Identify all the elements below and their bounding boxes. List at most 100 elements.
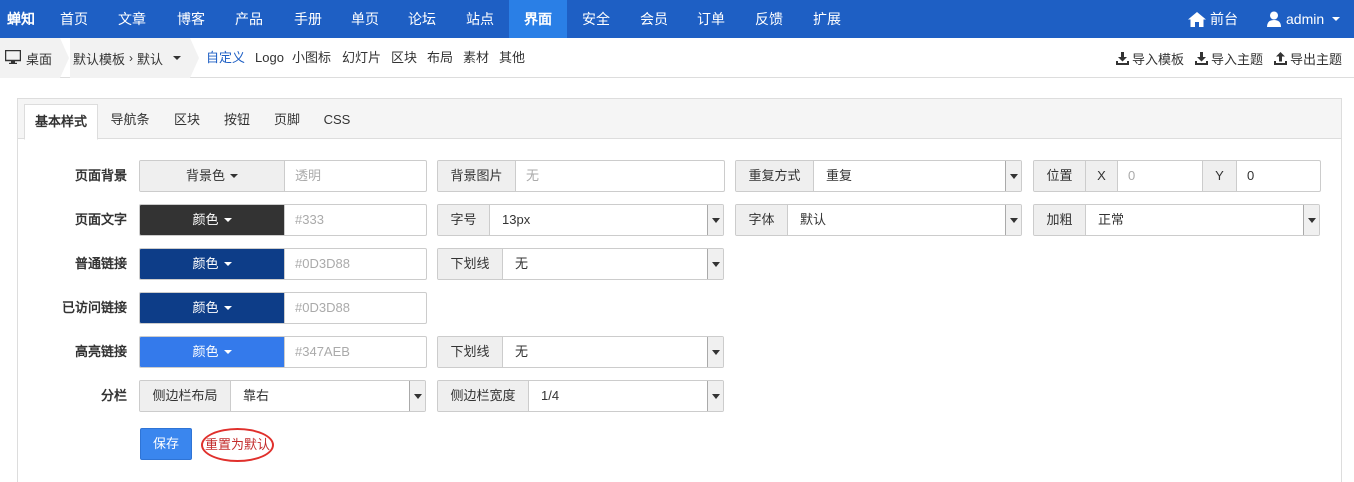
- nav-item-blog[interactable]: 博客: [166, 0, 216, 38]
- export-theme-button[interactable]: 导出主题: [1274, 38, 1342, 78]
- save-button[interactable]: 保存: [140, 428, 192, 460]
- sublink-layout[interactable]: 布局: [427, 38, 453, 78]
- tab-blocks[interactable]: 区块: [166, 99, 208, 139]
- nav-item-manual[interactable]: 手册: [283, 0, 333, 38]
- breadcrumb-desktop-label: 桌面: [26, 51, 53, 67]
- chevron-down-icon: [1332, 17, 1341, 21]
- font-family-label: 字体: [736, 205, 788, 235]
- link-color-input[interactable]: #0D3D88: [285, 249, 426, 279]
- position-y-label: Y: [1202, 161, 1237, 191]
- caret-down-icon: [223, 306, 232, 310]
- select-arrow-icon[interactable]: [1005, 161, 1021, 191]
- select-arrow-icon[interactable]: [707, 205, 723, 235]
- nav-item-security[interactable]: 安全: [571, 0, 621, 38]
- repeat-select[interactable]: 重复: [814, 161, 1005, 191]
- bg-image-input[interactable]: 无: [516, 161, 724, 191]
- nav-item-page[interactable]: 单页: [340, 0, 390, 38]
- select-arrow-icon[interactable]: [409, 381, 425, 411]
- import-theme-label: 导入主题: [1211, 51, 1264, 67]
- link-underline-group: 下划线 无: [437, 248, 724, 280]
- link-underline-select[interactable]: 无: [503, 249, 707, 279]
- reset-default-link[interactable]: 重置为默认: [201, 428, 274, 462]
- page-text-label: 页面文字: [74, 212, 127, 227]
- select-arrow-icon[interactable]: [707, 381, 723, 411]
- sidebar-width-select[interactable]: 1/4: [529, 381, 707, 411]
- visited-color-input[interactable]: #0D3D88: [285, 293, 426, 323]
- font-family-group: 字体 默认: [735, 204, 1022, 236]
- tab-basic-style[interactable]: 基本样式: [24, 104, 98, 140]
- import-template-button[interactable]: 导入模板: [1116, 38, 1184, 78]
- select-arrow-icon[interactable]: [1303, 205, 1319, 235]
- repeat-label: 重复方式: [736, 161, 814, 191]
- breadcrumb-template[interactable]: 默认模板 › 默认: [70, 38, 190, 78]
- nav-item-home[interactable]: 首页: [50, 0, 98, 38]
- position-x-input[interactable]: 0: [1118, 161, 1202, 191]
- page-bg-color-button[interactable]: 背景色: [140, 161, 285, 191]
- link-underline-label: 下划线: [438, 249, 503, 279]
- sublink-other[interactable]: 其他: [499, 38, 525, 78]
- monitor-icon: [4, 49, 22, 67]
- nav-item-order[interactable]: 订单: [686, 0, 736, 38]
- visited-color-group: 颜色 #0D3D88: [139, 292, 427, 324]
- sidebar-label: 分栏: [100, 388, 127, 403]
- user-menu[interactable]: admin: [1267, 0, 1341, 38]
- nav-item-feedback[interactable]: 反馈: [744, 0, 794, 38]
- download-icon: [1116, 51, 1129, 65]
- caret-down-icon: [230, 174, 238, 178]
- font-family-select[interactable]: 默认: [788, 205, 1005, 235]
- caret-down-icon: [223, 218, 232, 222]
- caret-down-icon: [223, 350, 232, 354]
- nav-item-site[interactable]: 站点: [455, 0, 505, 38]
- tab-buttons[interactable]: 按钮: [216, 99, 258, 139]
- page-text-color-button-label: 颜色: [192, 212, 219, 227]
- repeat-group: 重复方式 重复: [735, 160, 1022, 192]
- select-arrow-icon[interactable]: [707, 337, 723, 367]
- select-arrow-icon[interactable]: [707, 249, 723, 279]
- brand-logo[interactable]: 蝉知: [7, 0, 35, 38]
- tab-css[interactable]: CSS: [316, 99, 358, 139]
- front-link[interactable]: 前台: [1188, 0, 1238, 38]
- nav-item-extension[interactable]: 扩展: [802, 0, 852, 38]
- page-bg-label: 页面背景: [74, 168, 127, 183]
- position-y-input[interactable]: 0: [1237, 161, 1320, 191]
- user-icon: [1267, 11, 1281, 27]
- font-size-select[interactable]: 13px: [490, 205, 707, 235]
- tab-footer[interactable]: 页脚: [266, 99, 308, 139]
- sublink-custom[interactable]: 自定义: [206, 38, 245, 78]
- breadcrumb-theme-label: 默认: [137, 51, 164, 67]
- sublink-blocks[interactable]: 区块: [391, 38, 417, 78]
- sublink-assets[interactable]: 素材: [463, 38, 489, 78]
- link-color-group: 颜色 #0D3D88: [139, 248, 427, 280]
- link-color-button[interactable]: 颜色: [140, 249, 285, 279]
- nav-item-product[interactable]: 产品: [224, 0, 274, 38]
- import-theme-button[interactable]: 导入主题: [1195, 38, 1263, 78]
- highlight-color-button[interactable]: 颜色: [140, 337, 285, 367]
- sublink-favicon[interactable]: 小图标: [292, 38, 331, 78]
- nav-item-forum[interactable]: 论坛: [397, 0, 447, 38]
- caret-down-icon: [223, 262, 232, 266]
- position-group: 位置 X 0 Y 0: [1033, 160, 1321, 192]
- sublink-logo[interactable]: Logo: [255, 38, 284, 78]
- highlight-underline-select[interactable]: 无: [503, 337, 707, 367]
- page-text-color-button[interactable]: 颜色: [140, 205, 285, 235]
- tab-navbar[interactable]: 导航条: [100, 99, 160, 139]
- breadcrumb-separator: [60, 38, 69, 78]
- position-x-label: X: [1086, 161, 1118, 191]
- breadcrumb-template-label: 默认模板: [73, 51, 126, 67]
- sidebar-layout-select[interactable]: 靠右: [231, 381, 409, 411]
- page-text-color-input[interactable]: #333: [285, 205, 426, 235]
- sublink-slides[interactable]: 幻灯片: [342, 38, 381, 78]
- nav-item-article[interactable]: 文章: [107, 0, 157, 38]
- highlight-underline-group: 下划线 无: [437, 336, 724, 368]
- font-weight-select[interactable]: 正常: [1086, 205, 1303, 235]
- nav-item-ui[interactable]: 界面: [509, 0, 567, 38]
- nav-item-member[interactable]: 会员: [629, 0, 679, 38]
- page-bg-color-input[interactable]: 透明: [285, 161, 426, 191]
- highlight-color-button-label: 颜色: [192, 344, 219, 359]
- caret-down-icon: [173, 56, 182, 60]
- select-arrow-icon[interactable]: [1005, 205, 1021, 235]
- highlight-color-input[interactable]: #347AEB: [285, 337, 426, 367]
- page-text-color-group: 颜色 #333: [139, 204, 427, 236]
- breadcrumb-desktop[interactable]: 桌面: [0, 38, 60, 78]
- visited-color-button[interactable]: 颜色: [140, 293, 285, 323]
